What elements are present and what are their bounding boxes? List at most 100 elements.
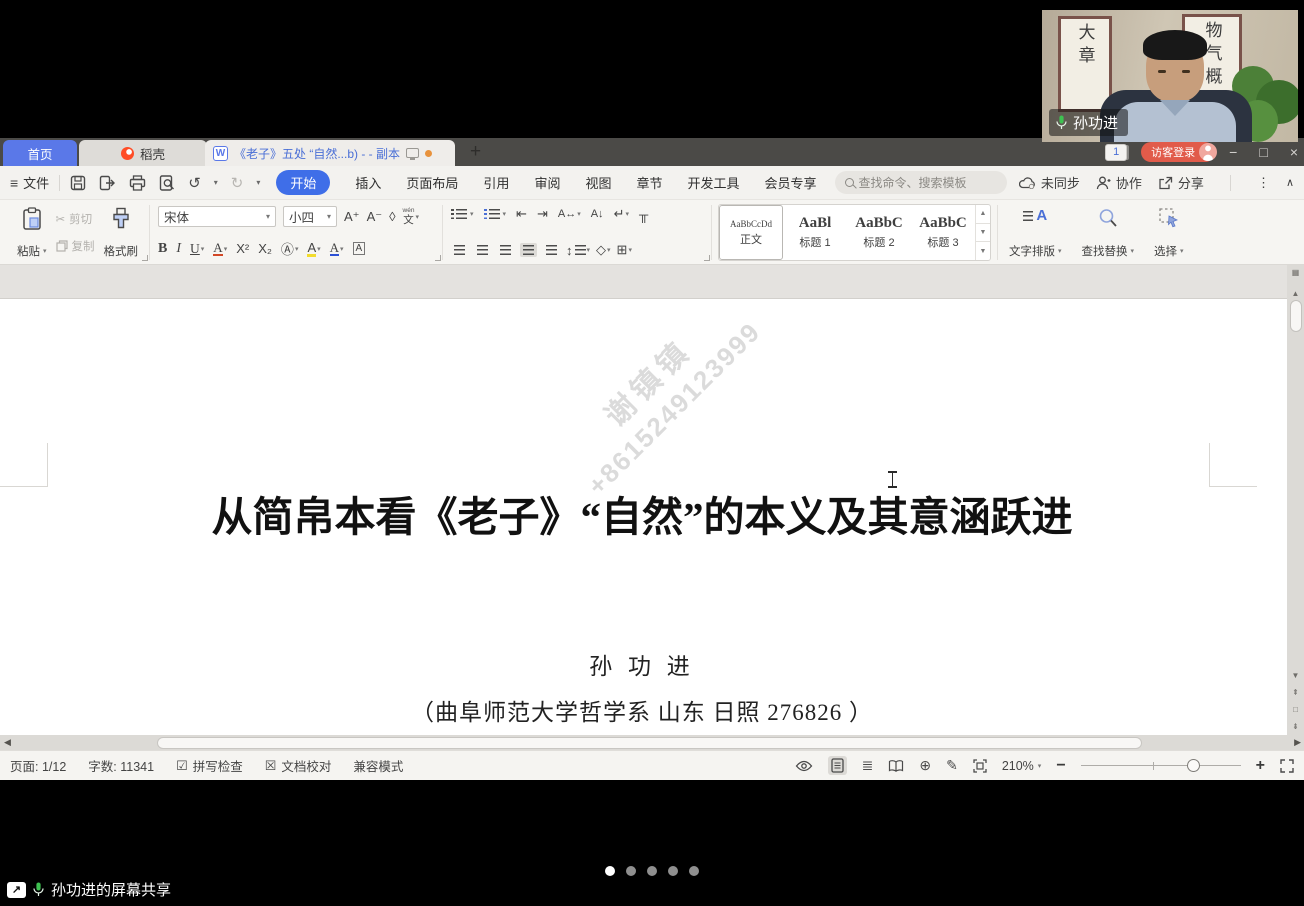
fullscreen-icon[interactable] <box>1280 759 1294 773</box>
font-size-select[interactable]: 小四▾ <box>283 206 337 227</box>
menu-tab-page-layout[interactable]: 页面布局 <box>406 173 458 192</box>
superscript-button[interactable]: X² <box>236 241 249 256</box>
menu-tab-home[interactable]: 开始 <box>276 170 330 195</box>
shrink-font-button[interactable]: A⁻ <box>367 209 383 225</box>
clear-format-button[interactable]: ◊ <box>389 209 395 224</box>
paste-button[interactable]: 粘贴▾ <box>12 203 52 262</box>
vertical-scroll-thumb[interactable] <box>1290 300 1302 332</box>
webcam-video[interactable]: 大章 物气概 孙功进 <box>1042 10 1298 142</box>
save-icon[interactable] <box>70 175 86 191</box>
font-dialog-launcher[interactable] <box>435 255 441 261</box>
zoom-in-button[interactable]: + <box>1256 757 1265 775</box>
window-count-badge[interactable]: 1 <box>1105 144 1127 161</box>
pagination-dot[interactable] <box>689 866 699 876</box>
font-color-button[interactable]: A▾ <box>330 241 344 256</box>
scroll-down-arrow[interactable]: ▼ <box>1292 671 1300 680</box>
align-right-button[interactable] <box>497 243 514 257</box>
bullet-list-button[interactable]: ▾ <box>451 209 474 219</box>
scroll-right-arrow[interactable]: ▶ <box>1294 737 1301 748</box>
command-search-input[interactable]: 查找命令、搜索模板 <box>835 171 1007 194</box>
more-options-icon[interactable]: ⋮ <box>1257 175 1270 191</box>
pagination-dot[interactable] <box>605 866 615 876</box>
zoom-out-button[interactable]: − <box>1056 757 1065 775</box>
subscript-button[interactable]: X₂ <box>258 241 272 256</box>
zoom-slider-knob[interactable] <box>1187 759 1200 772</box>
menu-tab-view[interactable]: 视图 <box>585 173 611 192</box>
vertical-scrollbar[interactable]: ▦ ▲ ▼ ⇞ □ ⇟ <box>1287 265 1304 735</box>
paragraph-dialog-launcher[interactable] <box>704 255 710 261</box>
style-heading1[interactable]: AaBl 标题 1 <box>783 205 847 260</box>
new-tab-button[interactable]: + <box>470 141 481 163</box>
spellcheck-button[interactable]: ☑ 拼写检查 <box>176 756 243 775</box>
undo-icon[interactable]: ↺ <box>188 174 201 192</box>
italic-button[interactable]: I <box>176 241 181 257</box>
clipboard-dialog-launcher[interactable] <box>142 255 148 261</box>
copy-button[interactable]: 复制 <box>56 238 95 254</box>
scroll-up-arrow[interactable]: ▲ <box>1292 289 1300 298</box>
menu-tab-references[interactable]: 引用 <box>483 173 509 192</box>
edit-mode-icon[interactable]: ✎ <box>946 757 958 774</box>
tab-home[interactable]: 首页 <box>3 140 77 166</box>
tab-ruler-button[interactable]: ╥ <box>639 207 648 222</box>
eye-protect-icon[interactable] <box>795 760 813 772</box>
styles-scroll-up[interactable]: ▲ <box>976 205 990 223</box>
align-center-button[interactable] <box>474 243 491 257</box>
scroll-left-arrow[interactable]: ◀ <box>4 737 11 748</box>
quickbar-customize-caret[interactable]: ▾ <box>256 178 260 187</box>
collapse-ribbon-icon[interactable]: ∧ <box>1286 176 1294 189</box>
underline-button[interactable]: U▾ <box>190 241 204 257</box>
menu-tab-dev-tools[interactable]: 开发工具 <box>687 173 739 192</box>
web-layout-icon[interactable]: ⊕ <box>919 757 931 774</box>
highlight-color-button[interactable]: A▾ <box>307 241 320 257</box>
menu-tab-insert[interactable]: 插入 <box>355 173 381 192</box>
read-mode-icon[interactable] <box>888 760 904 772</box>
pagination-dot[interactable] <box>626 866 636 876</box>
borders-button[interactable]: ⊞▾ <box>617 242 632 258</box>
bold-button[interactable]: B <box>158 241 167 257</box>
show-marks-button[interactable]: ↵▾ <box>614 206 629 222</box>
distribute-button[interactable] <box>543 243 560 257</box>
pinyin-guide-button[interactable]: wén文 ▾ <box>403 208 419 225</box>
text-layout-button[interactable]: A 文字排版▾ <box>1004 203 1067 262</box>
line-spacing-button[interactable]: ↕▾ <box>566 243 590 258</box>
style-heading2[interactable]: AaBbC 标题 2 <box>847 205 911 260</box>
sort-button[interactable]: A↓ <box>591 208 604 220</box>
grow-font-button[interactable]: A⁺ <box>344 209 360 225</box>
previous-page-button[interactable]: ⇞ <box>1292 688 1299 697</box>
style-normal[interactable]: AaBbCcDd 正文 <box>719 205 783 260</box>
print-preview-icon[interactable] <box>159 175 175 191</box>
horizontal-scrollbar[interactable]: ◀ ▶ <box>0 735 1304 750</box>
zoom-slider[interactable] <box>1081 759 1241 773</box>
char-border-button[interactable]: A <box>353 242 366 255</box>
sync-status-button[interactable]: 未同步 <box>1019 173 1080 192</box>
style-heading3[interactable]: AaBbC 标题 3 <box>911 205 975 260</box>
tab-document[interactable]: W 《老子》五处 “自然...b) - - 副本 <box>205 140 455 166</box>
pagination-dot[interactable] <box>647 866 657 876</box>
horizontal-scroll-thumb[interactable] <box>157 737 1142 749</box>
ruler-toggle-icon[interactable]: ▦ <box>1292 268 1300 277</box>
styles-scroll-down[interactable]: ▼ <box>976 223 990 242</box>
char-scale-button[interactable]: A↔▾ <box>558 208 581 220</box>
strikethrough-button[interactable]: A▾ <box>213 241 227 256</box>
redo-icon[interactable]: ↻ <box>231 174 244 192</box>
select-button[interactable]: 选择▾ <box>1149 203 1189 262</box>
increase-indent-button[interactable]: ⇥ <box>537 206 548 222</box>
font-name-select[interactable]: 宋体▾ <box>158 206 276 227</box>
shading-button[interactable]: ◇▾ <box>596 242 611 258</box>
print-icon[interactable] <box>129 175 146 191</box>
word-count[interactable]: 字数: 11341 <box>88 756 154 775</box>
pagination-dot[interactable] <box>668 866 678 876</box>
export-icon[interactable] <box>99 175 116 191</box>
align-left-button[interactable] <box>451 243 468 257</box>
menu-tab-section[interactable]: 章节 <box>636 173 662 192</box>
tab-docer[interactable]: 稻壳 <box>79 140 207 166</box>
undo-caret[interactable]: ▾ <box>214 178 218 187</box>
minimize-button[interactable]: − <box>1229 144 1237 160</box>
fit-page-button[interactable] <box>973 759 987 773</box>
browse-object-button[interactable]: □ <box>1293 705 1298 714</box>
proofread-button[interactable]: ☒ 文档校对 <box>265 756 332 775</box>
page-indicator[interactable]: 页面: 1/12 <box>10 756 66 775</box>
collaborate-button[interactable]: 协作 <box>1096 173 1142 192</box>
file-menu[interactable]: ≡ 文件 <box>10 173 49 192</box>
zoom-level-select[interactable]: 210% ▾ <box>1002 759 1042 773</box>
